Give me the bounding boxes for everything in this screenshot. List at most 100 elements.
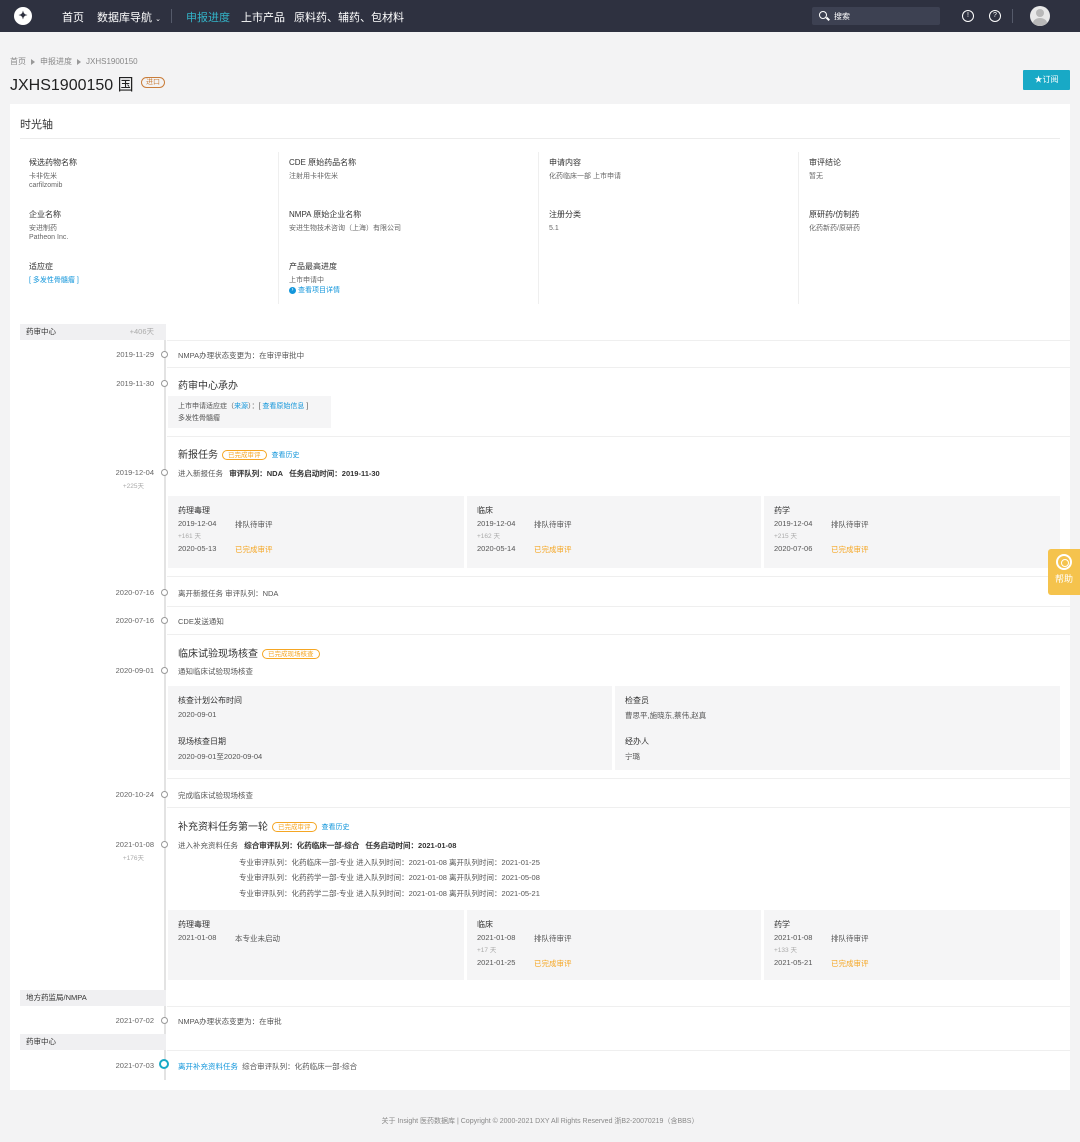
- timeline-node: [161, 1017, 168, 1024]
- divider: [167, 340, 1070, 341]
- top-navbar: ✦ 首页 数据库导航 ⌄ 申报进度 上市产品 原料药、辅药、包材料 搜索 ! ?: [0, 0, 1080, 32]
- info-apply: 申请内容 化药临床一部 上市申请: [549, 157, 799, 181]
- nav-products[interactable]: 上市产品: [241, 9, 285, 25]
- timeline-node: [161, 589, 168, 596]
- avatar[interactable]: [1030, 6, 1050, 26]
- box-label: 检查员: [625, 696, 649, 705]
- event-text: 离开补充资料任务 综合审评队列：化药临床一部-综合: [178, 1062, 358, 1071]
- nav-materials[interactable]: 原料药、辅药、包材料: [294, 9, 404, 25]
- status-badge: 已完成现场核查: [262, 649, 320, 660]
- box-title: 药学: [774, 506, 790, 515]
- label: 适应症: [29, 262, 53, 271]
- value: 上市申请中: [289, 277, 324, 284]
- box-row: 2021-01-08 排队待审评: [774, 933, 869, 943]
- event-text: 完成临床试验现场核查: [178, 791, 253, 800]
- question-icon[interactable]: ?: [989, 10, 1001, 22]
- value: Patheon Inc.: [29, 234, 69, 241]
- queue-row: 专业审评队列：化药药学二部-专业 进入队列时间：2021-01-08 离开队列时…: [239, 889, 540, 898]
- event-days: +176天: [122, 855, 144, 862]
- label: 原研药/仿制药: [809, 210, 860, 219]
- timeline-node: [161, 791, 168, 798]
- box-row: 2020-05-14 已完成审评: [477, 544, 572, 554]
- nav-home[interactable]: 首页: [62, 9, 84, 25]
- breadcrumb-home[interactable]: 首页: [10, 57, 26, 66]
- timeline-line: [164, 326, 166, 1080]
- task-box-clinical: 临床 2019-12-04 排队待审评 +162 天 2020-05-14 已完成审…: [467, 496, 761, 568]
- info-progress: 产品最高进度 上市申请中 › 查看项目详情: [289, 261, 539, 295]
- event-date: 2021-07-03: [115, 1061, 154, 1070]
- divider: [167, 576, 1070, 577]
- divider: [278, 152, 279, 304]
- event-date: 2019-11-30: [116, 379, 154, 388]
- inspection-title: 临床试验现场核查 已完成现场核查: [178, 645, 320, 660]
- label: 注册分类: [549, 210, 581, 219]
- project-detail-link[interactable]: › 查看项目详情: [289, 285, 539, 295]
- supp-box-pharmtox: 药理毒理 2021-01-08 本专业未启动: [168, 910, 464, 980]
- nav-database[interactable]: 数据库导航 ⌄: [97, 9, 161, 25]
- breadcrumb-current: JXHS1900150: [86, 57, 138, 66]
- event-date: 2019-11-29: [116, 350, 154, 359]
- divider: [167, 1050, 1070, 1051]
- footer: 关于 Insight 医药数据库 | Copyright © 2000-2021…: [381, 1118, 699, 1125]
- leave-supplement-link[interactable]: 离开补充资料任务: [178, 1062, 238, 1071]
- value: carfilzomib: [29, 182, 63, 189]
- event-text: 通知临床试验现场核查: [178, 667, 253, 676]
- divider: [20, 138, 1060, 139]
- event-date: 2019-12-04: [115, 468, 154, 477]
- info-company: 企业名称 安进制药 Patheon Inc.: [29, 209, 279, 242]
- value: 卡非佐米: [29, 173, 57, 180]
- event-text: 进入新报任务 审评队列：NDA 任务启动时间：2019-11-30: [178, 469, 380, 478]
- box-value: 2020-09-01至2020-09-04: [178, 752, 263, 761]
- box-value: 曹思平,施晓东,蔡伟,赵真: [625, 711, 707, 720]
- timeline-node-current: [159, 1059, 169, 1069]
- event-date: 2021-01-08: [115, 840, 154, 849]
- original-info-link[interactable]: 查看原始信息: [262, 403, 304, 410]
- event-date: 2020-09-01: [115, 666, 154, 675]
- help-label: 帮助: [1054, 574, 1073, 584]
- box-row: 2019-12-04 排队待审评: [178, 519, 273, 529]
- search-input[interactable]: 搜索: [812, 7, 940, 25]
- section-cde: 药审中心 +406天: [20, 324, 166, 340]
- label: 候选药物名称: [29, 158, 77, 167]
- section-days: +406天: [129, 327, 154, 336]
- subscribe-button[interactable]: ★订阅: [1023, 70, 1070, 90]
- view-history-link[interactable]: 查看历史: [322, 824, 350, 831]
- timeline-node: [161, 380, 168, 387]
- label: 企业名称: [29, 210, 61, 219]
- event-text: CDE发送通知: [178, 617, 224, 626]
- nav-progress[interactable]: 申报进度: [186, 9, 230, 25]
- section-cde-2: 药审中心: [20, 1034, 166, 1050]
- status-badge: 已完成审评: [222, 450, 267, 461]
- timeline-node: [161, 667, 168, 674]
- divider: [167, 778, 1070, 779]
- divider: [167, 634, 1070, 635]
- box-title: 药理毒理: [178, 920, 210, 929]
- box-row: 2019-12-04 排队待审评: [477, 519, 572, 529]
- supp-box-pharmacy: 药学 2021-01-08 排队待审评 +133 天 2021-05-21 已完成审…: [764, 910, 1060, 980]
- source-link[interactable]: 来源: [234, 403, 248, 410]
- inspection-box-right: 检查员 曹思平,施晓东,蔡伟,赵真 经办人 宁璐: [615, 686, 1060, 770]
- caret-right-icon: [31, 58, 35, 65]
- value: 暂无: [809, 173, 823, 180]
- bulb-icon[interactable]: !: [962, 10, 974, 22]
- label: NMPA 原始企业名称: [289, 210, 362, 219]
- queue-row: 专业审评队列：化药药学一部-专业 进入队列时间：2021-01-08 离开队列时…: [239, 873, 540, 882]
- event-date: 2020-07-16: [115, 588, 154, 597]
- task-box-pharmacy: 药学 2019-12-04 排队待审评 +215 天 2020-07-06 已完成审…: [764, 496, 1060, 568]
- info-nmpa-company: NMPA 原始企业名称 安进生物技术咨询（上海）有限公司: [289, 209, 539, 233]
- box-days: +162 天: [477, 533, 500, 540]
- box-days: +17 天: [477, 947, 497, 954]
- indication-link[interactable]: [ 多发性骨髓瘤 ]: [29, 276, 279, 285]
- timeline-node: [161, 351, 168, 358]
- box-row: 2019-12-04 排队待审评: [774, 519, 869, 529]
- logo-icon[interactable]: ✦: [14, 7, 32, 25]
- divider: [167, 606, 1070, 607]
- divider: [167, 436, 1070, 437]
- supp-box-clinical: 临床 2021-01-08 排队待审评 +17 天 2021-01-25 已完成审评: [467, 910, 761, 980]
- help-button[interactable]: 帮助: [1048, 549, 1080, 595]
- box-value: 宁璐: [625, 752, 640, 761]
- info-origin: 原研药/仿制药 化药新药/原研药: [809, 209, 1059, 233]
- view-history-link[interactable]: 查看历史: [272, 452, 300, 459]
- value: 安进制药: [29, 225, 57, 232]
- breadcrumb-progress[interactable]: 申报进度: [40, 57, 72, 66]
